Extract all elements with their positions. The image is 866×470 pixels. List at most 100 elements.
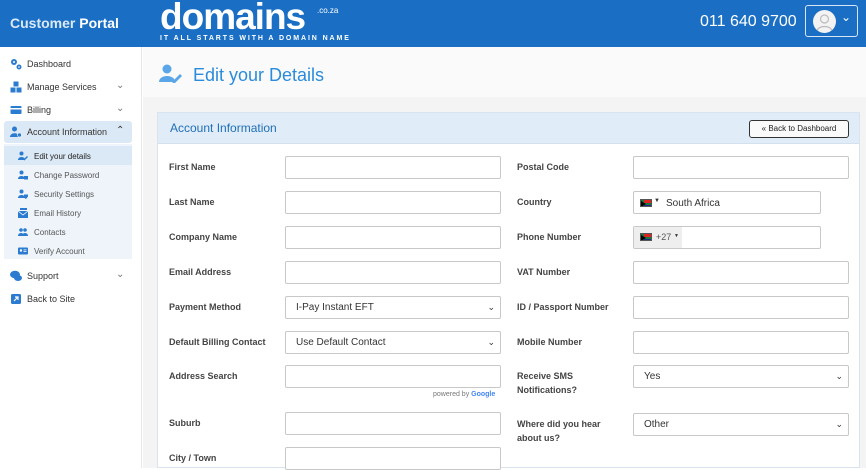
id-card-icon xyxy=(18,247,28,255)
submenu-item-label: Email History xyxy=(34,209,82,218)
south-africa-flag-icon xyxy=(640,233,652,241)
submenu-item-verify-account[interactable]: Verify Account xyxy=(4,241,132,260)
suburb-field[interactable] xyxy=(285,412,501,435)
logo-tagline: IT ALL STARTS WITH A DOMAIN NAME xyxy=(160,35,351,42)
submenu-item-change-password[interactable]: Change Password xyxy=(4,165,132,184)
user-lock-icon xyxy=(18,170,28,180)
card-title: Account Information xyxy=(170,121,277,135)
sidebar-item-label: Support xyxy=(27,271,59,281)
user-edit-icon xyxy=(159,64,182,83)
sidebar-item-billing[interactable]: Billing ⌄ xyxy=(0,99,142,121)
mail-bulk-icon xyxy=(18,208,28,218)
chevron-down-icon: ⌄ xyxy=(116,103,125,114)
first-name-label: First Name xyxy=(169,162,216,172)
submenu-item-label: Edit your details xyxy=(34,152,91,161)
submenu-item-contacts[interactable]: Contacts xyxy=(4,222,132,241)
last-name-label: Last Name xyxy=(169,197,215,207)
powered-by-google: powered by Google xyxy=(433,391,496,398)
chevron-down-icon: ⌄ xyxy=(841,10,852,24)
phone-number[interactable]: 011 640 9700 xyxy=(700,13,797,31)
google-logo: Google xyxy=(471,391,496,398)
card-header: Account Information « Back to Dashboard xyxy=(158,113,859,144)
id-passport-field[interactable] xyxy=(633,296,849,319)
mobile-number-field[interactable] xyxy=(633,331,849,354)
city-town-field[interactable] xyxy=(285,447,501,470)
external-link-icon xyxy=(11,294,21,304)
phone-number-label: Phone Number xyxy=(517,232,582,242)
main-content: Edit your Details Account Information « … xyxy=(143,47,866,470)
sidebar-item-label: Back to Site xyxy=(27,294,76,304)
submenu-item-label: Security Settings xyxy=(34,190,95,199)
first-name-field[interactable] xyxy=(285,156,501,179)
logo-word: domains xyxy=(160,0,306,37)
chevron-down-icon: ⌄ xyxy=(835,419,843,429)
chevron-down-icon: ⌄ xyxy=(835,371,843,381)
default-billing-contact-label: Default Billing Contact xyxy=(169,337,266,347)
double-chevron-left-icon: « xyxy=(761,124,767,133)
suburb-label: Suburb xyxy=(169,418,201,428)
company-name-field[interactable] xyxy=(285,226,501,249)
submenu-item-edit-details[interactable]: Edit your details xyxy=(4,146,132,165)
receive-sms-label: Receive SMS Notifications? xyxy=(517,371,577,395)
account-information-card: Account Information « Back to Dashboard … xyxy=(157,112,860,470)
chevron-up-icon: ⌃ xyxy=(116,125,125,136)
country-label: Country xyxy=(517,197,552,207)
sidebar-item-support[interactable]: Support ⌄ xyxy=(0,265,142,287)
vat-number-field[interactable] xyxy=(633,261,849,284)
caret-down-icon: ▼ xyxy=(654,198,660,204)
user-menu-button[interactable]: ⌄ xyxy=(805,5,858,37)
sidebar-item-label: Billing xyxy=(27,105,52,115)
payment-method-select[interactable]: I-Pay Instant EFT ⌄ xyxy=(285,296,501,319)
submenu-item-label: Change Password xyxy=(34,171,100,180)
sidebar-item-account-information[interactable]: Account Information ⌃ xyxy=(4,121,132,143)
logo-tld: .co.za xyxy=(317,6,339,15)
submenu-item-label: Verify Account xyxy=(34,247,85,256)
sidebar-item-label: Manage Services xyxy=(27,82,97,92)
chevron-down-icon: ⌄ xyxy=(116,269,125,280)
submenu-item-security-settings[interactable]: Security Settings xyxy=(4,184,132,203)
receive-sms-select[interactable]: Yes ⌄ xyxy=(633,365,849,388)
submenu-item-email-history[interactable]: Email History xyxy=(4,203,132,222)
id-passport-label: ID / Passport Number xyxy=(517,302,609,312)
country-value: South Africa xyxy=(666,198,720,209)
chevron-down-icon: ⌄ xyxy=(487,337,495,347)
south-africa-flag-icon xyxy=(640,199,652,207)
country-select[interactable]: ▼ South Africa xyxy=(633,191,821,214)
submenu-item-label: Contacts xyxy=(34,228,66,237)
back-to-dashboard-button[interactable]: « Back to Dashboard xyxy=(749,120,849,138)
sidebar: Dashboard Manage Services ⌄ Billing ⌄ Ac… xyxy=(0,47,142,468)
account-submenu: Edit your details Change Password Securi… xyxy=(4,144,132,259)
credit-card-icon xyxy=(10,106,22,114)
phone-prefix: +27 xyxy=(656,232,672,242)
sidebar-item-back-to-site[interactable]: Back to Site xyxy=(0,288,142,310)
mobile-number-label: Mobile Number xyxy=(517,337,583,347)
domains-logo[interactable]: domains .co.za IT ALL STARTS WITH A DOMA… xyxy=(160,0,360,47)
postal-code-field[interactable] xyxy=(633,156,849,179)
sidebar-item-manage-services[interactable]: Manage Services ⌄ xyxy=(0,76,142,98)
default-billing-contact-select[interactable]: Use Default Contact ⌄ xyxy=(285,331,501,354)
last-name-field[interactable] xyxy=(285,191,501,214)
comments-icon xyxy=(10,270,22,281)
page-header: Edit your Details xyxy=(143,47,866,97)
page-title: Edit your Details xyxy=(193,65,325,85)
cogs-icon xyxy=(11,59,22,70)
postal-code-label: Postal Code xyxy=(517,162,570,172)
users-icon xyxy=(18,228,28,236)
address-search-field[interactable] xyxy=(285,365,501,388)
address-search-label: Address Search xyxy=(169,371,238,381)
avatar-icon xyxy=(813,10,836,33)
hear-about-us-select[interactable]: Other ⌄ xyxy=(633,413,849,436)
city-town-label: City / Town xyxy=(169,453,217,463)
phone-country-code-dropdown[interactable]: +27 ▼ xyxy=(634,227,682,248)
email-address-label: Email Address xyxy=(169,267,232,277)
top-bar: Customer Portal domains .co.za IT ALL ST… xyxy=(0,0,866,47)
portal-title: Customer Portal xyxy=(10,15,119,31)
sidebar-item-dashboard[interactable]: Dashboard xyxy=(0,53,142,75)
company-name-label: Company Name xyxy=(169,232,238,242)
email-address-field[interactable] xyxy=(285,261,501,284)
user-edit-icon xyxy=(18,151,28,161)
user-shield-icon xyxy=(18,189,28,199)
chevron-down-icon: ⌄ xyxy=(487,302,495,312)
phone-number-field[interactable]: +27 ▼ xyxy=(633,226,821,249)
caret-down-icon: ▼ xyxy=(674,233,679,239)
